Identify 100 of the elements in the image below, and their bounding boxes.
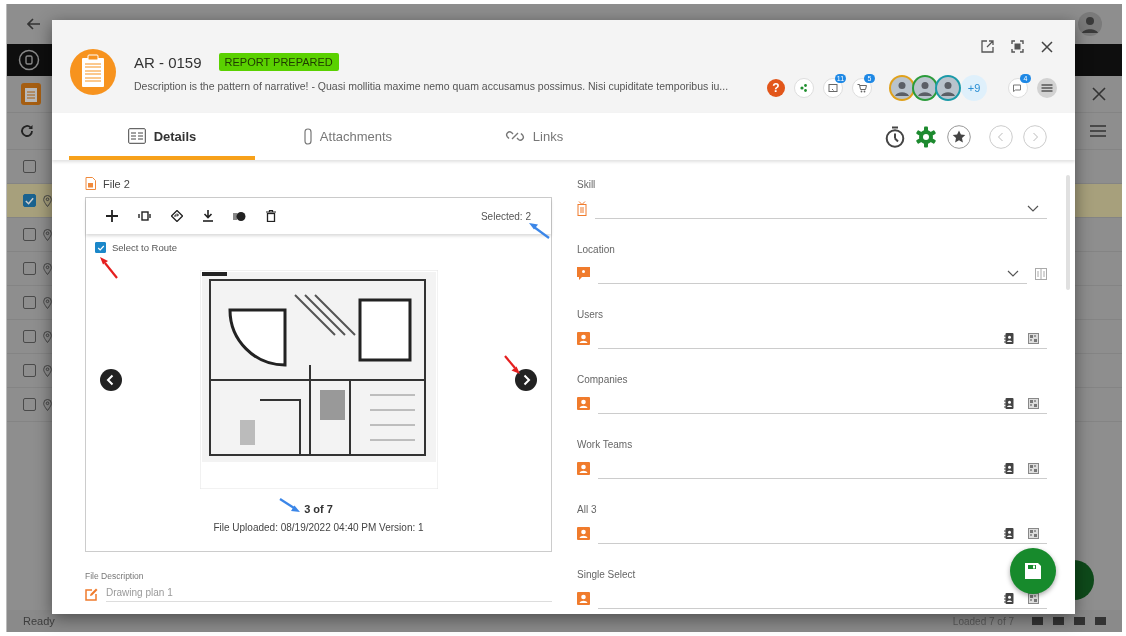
checkbox[interactable] (23, 228, 36, 241)
link-icon (504, 130, 525, 142)
field-label: Location (577, 244, 615, 255)
map-pin-icon (577, 267, 590, 280)
id-badge-icon (577, 201, 587, 216)
checkbox[interactable] (23, 194, 36, 207)
location-pin-icon (43, 398, 52, 411)
qr-code-icon[interactable] (1028, 332, 1039, 344)
edit-icon[interactable] (85, 588, 98, 601)
user-avatar[interactable] (1078, 12, 1102, 36)
location-pin-icon (43, 330, 52, 343)
list-icon (127, 128, 146, 144)
location-pin-icon (43, 364, 52, 377)
save-button[interactable] (1010, 548, 1056, 594)
chevron-down-icon[interactable] (1027, 204, 1039, 212)
close-icon[interactable] (1092, 87, 1106, 101)
contact-book-icon[interactable] (1004, 332, 1014, 344)
file-icon (85, 177, 96, 190)
person-icon (577, 397, 590, 410)
text-field[interactable]: Drawing plan 1 (106, 587, 552, 602)
close-icon[interactable] (1041, 40, 1053, 53)
menu-icon[interactable] (1037, 78, 1057, 98)
menu-icon[interactable] (1090, 125, 1106, 137)
chat-icon[interactable] (1008, 78, 1028, 98)
checkbox[interactable] (23, 296, 36, 309)
annotation-arrow (529, 223, 550, 239)
contact-book-icon[interactable] (1004, 592, 1014, 604)
annotation-arrow (100, 257, 118, 279)
next-button[interactable] (515, 368, 537, 391)
location-pin-icon (43, 262, 52, 275)
previous-button[interactable] (100, 368, 122, 391)
refresh-icon[interactable] (20, 124, 34, 138)
toolbar-icon[interactable] (1074, 616, 1085, 626)
field-label: All 3 (577, 504, 597, 515)
report-avatar-icon (70, 49, 116, 95)
field-label: Work Teams (577, 439, 633, 450)
tab[interactable]: Attachments (255, 113, 441, 160)
download-icon[interactable] (203, 210, 213, 222)
open-external-icon[interactable] (981, 40, 994, 53)
location-pin-icon (43, 194, 52, 207)
contact-book-icon[interactable] (1004, 527, 1014, 539)
person-avatar[interactable] (889, 75, 915, 101)
location-pin-icon (43, 296, 52, 309)
settings-icon[interactable] (915, 125, 937, 148)
annotation-arrow (279, 498, 300, 512)
checkbox[interactable] (23, 160, 36, 173)
paperclip-icon (303, 127, 312, 145)
field-label: Single Select (577, 569, 636, 580)
toolbar-icon[interactable] (1032, 616, 1043, 626)
favorite-button[interactable] (947, 124, 971, 149)
help-button[interactable]: ? (767, 79, 785, 97)
file-title: File 2 (103, 177, 130, 190)
person-icon (577, 592, 590, 605)
checkbox[interactable] (23, 364, 36, 377)
back-arrow-icon[interactable] (27, 18, 41, 30)
status-text: Ready (23, 615, 55, 627)
delete-icon[interactable] (266, 210, 276, 222)
record-code: AR - 0159 (134, 53, 202, 71)
contact-book-icon[interactable] (1004, 397, 1014, 409)
person-icon (577, 462, 590, 475)
annotation-arrow (504, 355, 520, 374)
columns-icon[interactable] (1035, 267, 1047, 280)
person-avatar[interactable] (912, 75, 938, 101)
task-icon[interactable] (823, 78, 843, 98)
checkbox[interactable] (23, 330, 36, 343)
clipboard-icon[interactable] (20, 82, 42, 106)
qr-code-icon[interactable] (1028, 397, 1039, 409)
status-badge: REPORT PREPARED (218, 53, 339, 71)
qr-code-icon[interactable] (1028, 462, 1039, 474)
logo-icon[interactable] (18, 49, 40, 71)
qr-code-icon[interactable] (1028, 592, 1039, 604)
description-text: Description is the pattern of narrative! - Quasi mollitia maxime nemo quam accusamus possimus. Nisi cupiditate temporibus iu... (134, 80, 729, 92)
fullscreen-icon[interactable] (1011, 40, 1024, 53)
toolbar-icon[interactable] (1053, 616, 1064, 626)
share-icon[interactable] (794, 78, 814, 98)
field-label: Users (577, 309, 604, 320)
more-people-count[interactable]: +9 (961, 75, 987, 101)
stopwatch-icon[interactable] (885, 125, 905, 148)
tab[interactable]: Links (441, 113, 627, 160)
add-icon[interactable] (106, 210, 118, 222)
contact-book-icon[interactable] (1004, 462, 1014, 474)
field-label: Companies (577, 374, 628, 385)
checkbox[interactable] (23, 398, 36, 411)
checkbox[interactable] (23, 262, 36, 275)
cart-icon[interactable] (852, 78, 872, 98)
person-icon (577, 527, 590, 540)
upload-info: File Uploaded: 08/19/2022 04:40 PM Version: 1 (213, 522, 424, 533)
checkbox[interactable] (95, 242, 106, 253)
location-pin-icon (43, 228, 52, 241)
chevron-down-icon[interactable] (1007, 269, 1019, 277)
person-icon (577, 332, 590, 345)
field-label: File Description (85, 571, 145, 581)
checkbox-label: Select to Route (112, 242, 177, 253)
qr-code-icon[interactable] (1028, 527, 1039, 539)
tab[interactable]: Details (69, 113, 255, 160)
selected-count: Selected: 2 (480, 210, 531, 222)
field-label: Skill (577, 179, 596, 190)
page-counter: 3 of 7 (304, 503, 333, 515)
toolbar-icon[interactable] (1095, 616, 1106, 626)
person-avatar[interactable] (935, 75, 961, 101)
